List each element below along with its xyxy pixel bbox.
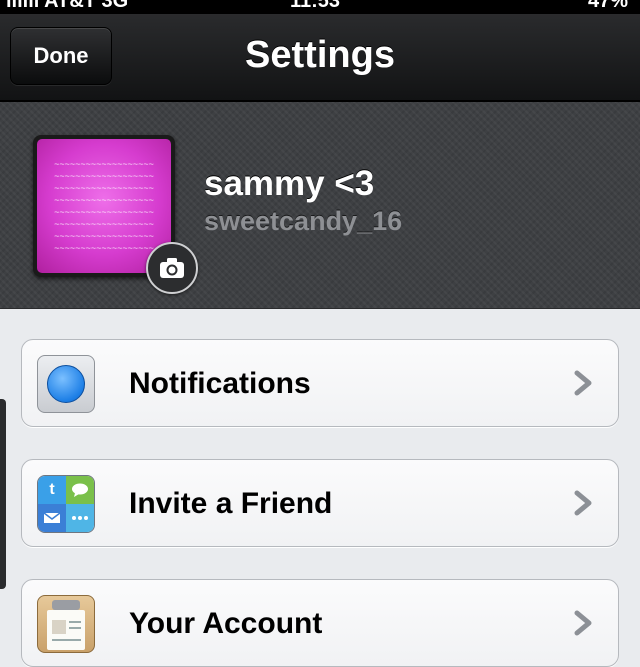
chat-icon	[66, 476, 94, 504]
account-clipboard-icon	[37, 595, 95, 653]
invite-friend-icon: t	[37, 475, 95, 533]
chevron-right-icon	[574, 370, 592, 396]
chevron-right-icon	[574, 610, 592, 636]
status-bar: ııılll AT&T 3G 11:53 47%	[0, 0, 640, 14]
blue-dot-icon	[47, 365, 85, 403]
clipboard-icon	[47, 600, 85, 650]
display-name: sammy <3	[204, 164, 375, 203]
settings-list: Notifications t Invite a Friend Your Acc…	[0, 309, 640, 667]
notifications-icon	[37, 355, 95, 413]
page-title: Settings	[245, 34, 395, 76]
left-panel-edge	[0, 399, 6, 589]
navigation-bar: Done Settings	[0, 14, 640, 102]
mail-icon	[38, 504, 66, 532]
username: sweetcandy_16	[204, 206, 403, 236]
row-label: Notifications	[129, 367, 311, 400]
battery-indicator: 47%	[587, 0, 628, 12]
change-photo-button[interactable]	[146, 242, 198, 294]
sms-icon	[66, 504, 94, 532]
profile-header: ~~~~~~~~~~~~~~~~~~~ ~~~~~~~~~~~~~~~~~~~ …	[0, 102, 640, 309]
row-label: Invite a Friend	[129, 487, 333, 520]
chevron-right-icon	[574, 490, 592, 516]
twitter-icon: t	[38, 476, 66, 504]
camera-icon	[160, 258, 184, 278]
notifications-row[interactable]: Notifications	[21, 339, 619, 427]
status-time: 11:53	[290, 0, 341, 12]
invite-friend-row[interactable]: t Invite a Friend	[21, 459, 619, 547]
row-label: Your Account	[129, 607, 323, 640]
your-account-row[interactable]: Your Account	[21, 579, 619, 667]
carrier-signal: ııılll AT&T 3G	[6, 0, 129, 12]
